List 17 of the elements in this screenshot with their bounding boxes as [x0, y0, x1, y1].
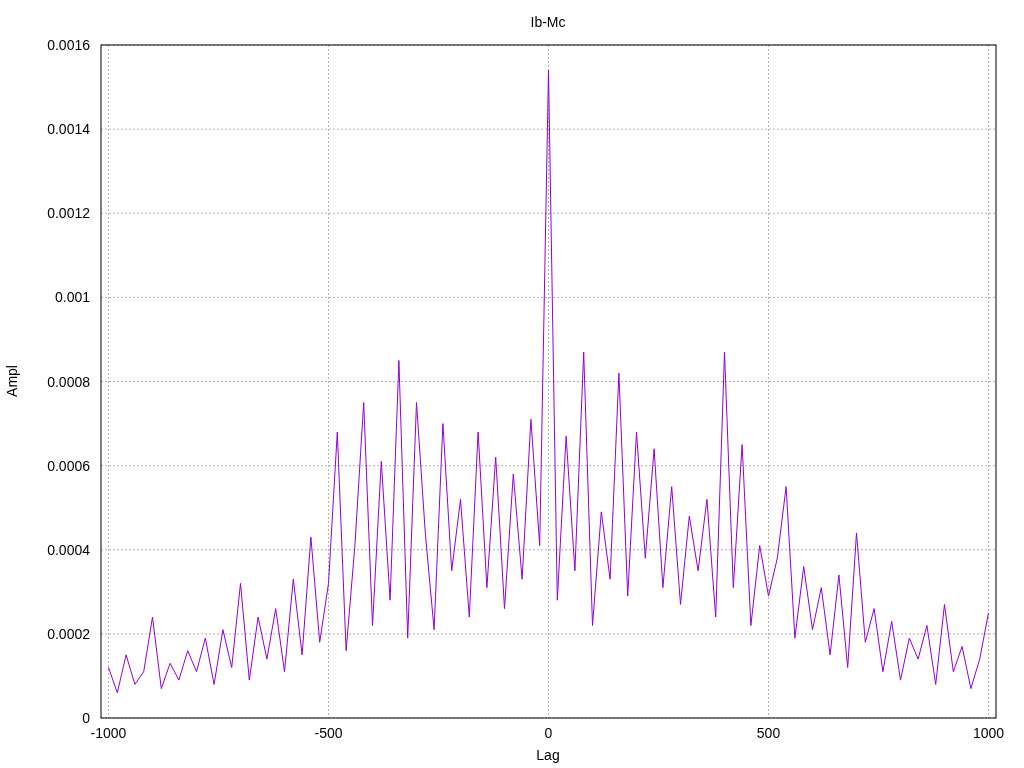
x-axis-label: Lag	[536, 747, 560, 763]
y-tick-label: 0.0006	[47, 457, 90, 474]
y-tick-label: 0.001	[54, 289, 90, 306]
y-tick-label: 0	[82, 710, 90, 726]
y-tick-label: 0.0008	[47, 373, 90, 390]
y-tick-label: 0.0002	[47, 625, 90, 642]
x-tick-label: 1000	[972, 725, 1005, 741]
y-tick-label: 0.0016	[47, 37, 90, 53]
x-tick-label: 0	[544, 725, 553, 741]
x-tick-label: 500	[756, 725, 781, 741]
x-tick-label: -500	[314, 725, 343, 741]
y-axis-label: Ampl	[4, 365, 20, 397]
y-tick-label: 0.0014	[47, 121, 90, 138]
y-tick-label: 0.0004	[47, 541, 90, 558]
y-tick-label: 0.0012	[47, 205, 90, 222]
chart-title: Ib-Mc	[530, 14, 566, 30]
x-tick-label: -1000	[90, 725, 127, 741]
